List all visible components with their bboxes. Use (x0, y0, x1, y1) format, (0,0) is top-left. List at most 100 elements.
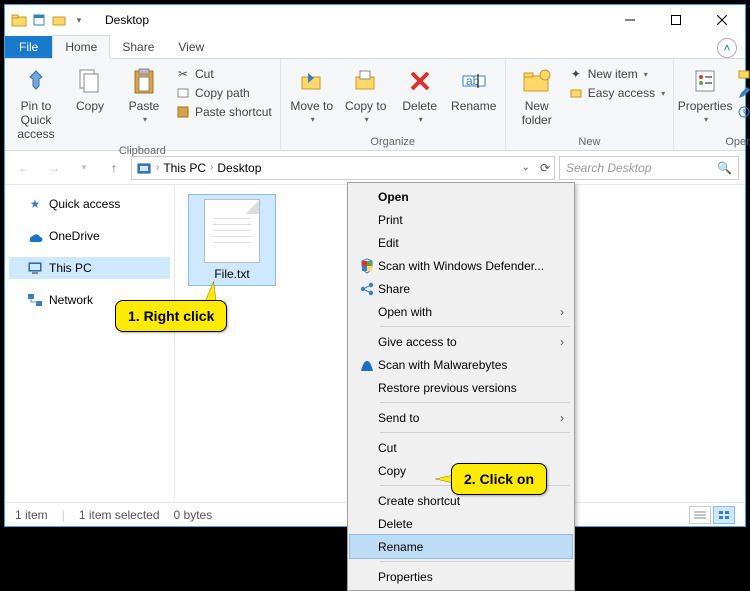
qat-properties-icon[interactable] (31, 12, 47, 28)
mb-icon (356, 357, 378, 373)
callout-clickon: 2. Click on (451, 463, 547, 495)
new-item-button[interactable]: ✦New item▾ (566, 65, 667, 83)
refresh-button[interactable]: ⟳ (540, 161, 550, 175)
file-item[interactable]: File.txt (189, 195, 275, 285)
status-size: 0 bytes (174, 508, 213, 522)
file-name: File.txt (214, 267, 249, 281)
status-selected: 1 item selected (79, 508, 160, 522)
sidebar-item-onedrive[interactable]: OneDrive (9, 225, 170, 247)
menu-item-send-to[interactable]: Send to (350, 406, 572, 429)
tab-file[interactable]: File (5, 36, 52, 58)
window-title: Desktop (105, 13, 149, 27)
thispc-icon (27, 260, 43, 276)
new-folder-button[interactable]: New folder (512, 63, 562, 129)
delete-button[interactable]: Delete▾ (395, 63, 445, 126)
copyto-icon (350, 65, 382, 97)
nav-up-button[interactable]: ↑ (101, 155, 127, 181)
history-icon (736, 104, 750, 120)
menu-item-rename[interactable]: Rename (350, 535, 572, 558)
move-to-button[interactable]: Move to▾ (287, 63, 337, 126)
nav-recent-button[interactable]: ▾ (71, 155, 97, 181)
paste-icon (128, 65, 160, 97)
cut-icon: ✂ (175, 66, 191, 82)
sidebar-item-thispc[interactable]: This PC (9, 257, 170, 279)
copy-button[interactable]: Copy (65, 63, 115, 115)
qat-dropdown-icon[interactable]: ▾ (71, 12, 87, 28)
copy-to-button[interactable]: Copy to▾ (341, 63, 391, 126)
close-button[interactable] (699, 5, 745, 35)
menu-item-restore-previous-versions[interactable]: Restore previous versions (350, 376, 572, 399)
ribbon-group-open: Properties▾ Open▾ Edit History Open (674, 59, 750, 150)
copy-path-button[interactable]: Copy path (173, 84, 274, 102)
menu-item-open[interactable]: Open (350, 185, 572, 208)
copypath-icon (175, 85, 191, 101)
callout-rightclick: 1. Right click (115, 300, 227, 332)
maximize-button[interactable] (653, 5, 699, 35)
pasteshortcut-icon (175, 104, 191, 120)
tab-view[interactable]: View (166, 36, 216, 58)
newitem-icon: ✦ (568, 66, 584, 82)
menu-item-delete[interactable]: Delete (350, 512, 572, 535)
delete-icon (404, 65, 436, 97)
menu-item-edit[interactable]: Edit (350, 231, 572, 254)
rename-icon: ab (458, 65, 490, 97)
tab-home[interactable]: Home (52, 35, 110, 59)
newfolder-icon (521, 65, 553, 97)
pin-icon (20, 65, 52, 97)
easy-access-button[interactable]: Easy access▾ (566, 84, 667, 102)
moveto-icon (296, 65, 328, 97)
copy-icon (74, 65, 106, 97)
qat-newfolder-icon[interactable] (51, 12, 67, 28)
open-icon (736, 66, 750, 82)
menu-separator (380, 326, 570, 327)
paste-button[interactable]: Paste▾ (119, 63, 169, 126)
breadcrumb[interactable]: This PC› (163, 161, 213, 175)
star-icon: ★ (27, 196, 43, 212)
onedrive-icon (27, 228, 43, 244)
menu-separator (380, 432, 570, 433)
menu-item-print[interactable]: Print (350, 208, 572, 231)
address-dropdown-icon[interactable]: ⌄ (522, 162, 530, 173)
history-button[interactable]: History (734, 103, 750, 121)
status-count: 1 item (15, 508, 48, 522)
ribbon-group-organize: Move to▾ Copy to▾ Delete▾ abRename Organ… (281, 59, 506, 150)
menu-item-give-access-to[interactable]: Give access to (350, 330, 572, 353)
breadcrumb[interactable]: Desktop (217, 161, 261, 175)
pin-quickaccess-button[interactable]: Pin to Quick access (11, 63, 61, 143)
shield-icon (356, 258, 378, 274)
view-details-button[interactable] (689, 506, 711, 524)
address-box[interactable]: › This PC› Desktop ⌄ ⟳ (131, 156, 555, 180)
menu-separator (380, 402, 570, 403)
network-icon (27, 292, 43, 308)
search-input[interactable]: Search Desktop 🔍 (559, 156, 739, 180)
cut-button[interactable]: ✂Cut (173, 65, 274, 83)
properties-icon (689, 65, 721, 97)
nav-forward-button[interactable]: → (41, 155, 67, 181)
menu-item-share[interactable]: Share (350, 277, 572, 300)
menu-separator (380, 561, 570, 562)
menu-item-scan-with-malwarebytes[interactable]: Scan with Malwarebytes (350, 353, 572, 376)
open-button[interactable]: Open▾ (734, 65, 750, 83)
ribbon-group-new: New folder ✦New item▾ Easy access▾ New (506, 59, 674, 150)
view-icons-button[interactable] (713, 506, 735, 524)
ribbon-help-button[interactable]: ˄ (717, 38, 737, 58)
nav-pane: ★Quick access OneDrive This PC Network (5, 185, 175, 502)
menu-item-properties[interactable]: Properties (350, 565, 572, 588)
search-icon: 🔍 (717, 161, 732, 175)
paste-shortcut-button[interactable]: Paste shortcut (173, 103, 274, 121)
nav-back-button[interactable]: ← (11, 155, 37, 181)
menu-item-cut[interactable]: Cut (350, 436, 572, 459)
address-bar: ← → ▾ ↑ › This PC› Desktop ⌄ ⟳ Search De… (5, 151, 745, 185)
easyaccess-icon (568, 85, 584, 101)
minimize-button[interactable] (607, 5, 653, 35)
ribbon: Pin to Quick access Copy Paste▾ ✂Cut Cop… (5, 59, 745, 151)
rename-button[interactable]: abRename (449, 63, 499, 115)
ribbon-group-clipboard: Pin to Quick access Copy Paste▾ ✂Cut Cop… (5, 59, 281, 150)
edit-icon (736, 85, 750, 101)
properties-button[interactable]: Properties▾ (680, 63, 730, 126)
edit-button[interactable]: Edit (734, 84, 750, 102)
menu-item-scan-with-windows-defender[interactable]: Scan with Windows Defender... (350, 254, 572, 277)
tab-share[interactable]: Share (110, 36, 166, 58)
menu-item-open-with[interactable]: Open with (350, 300, 572, 323)
sidebar-item-quickaccess[interactable]: ★Quick access (9, 193, 170, 215)
